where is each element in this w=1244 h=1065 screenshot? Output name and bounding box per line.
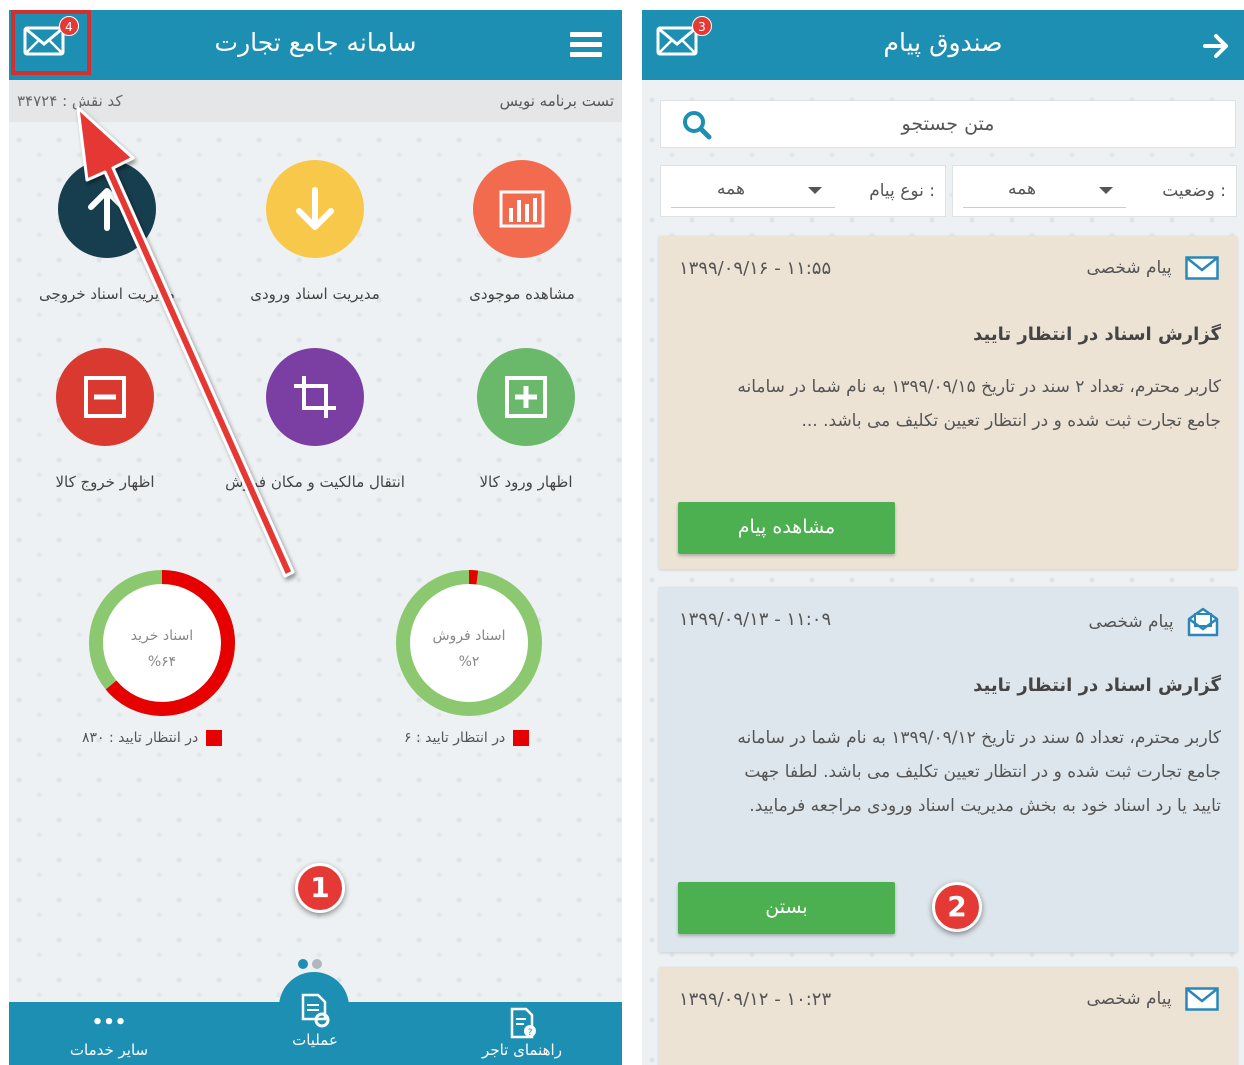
more-dots-icon: ••• xyxy=(91,1012,127,1033)
status-filter-label: وضعیت : xyxy=(1162,181,1226,201)
mail-badge: 3 xyxy=(692,16,712,36)
legend-swatch xyxy=(206,730,223,746)
legend-text: در انتظار تایید : ۸۳۰ xyxy=(82,730,199,746)
nav-other-services[interactable]: ••• سایر خدمات xyxy=(39,1012,179,1060)
message-subject: گزارش اسناد در انتظار تایید xyxy=(973,324,1221,345)
bottom-nav: ? راهنمای تاجر عملیات ••• سایر خدمات xyxy=(9,972,622,1065)
message-datetime: ۱۳۹۹/۰۹/۱۳ - ۱۱:۰۹ xyxy=(679,609,832,630)
status-filter-value[interactable]: همه xyxy=(1008,166,1036,212)
mail-button[interactable]: 3 xyxy=(656,16,712,56)
message-type-label: پیام شخصی xyxy=(1088,612,1174,632)
message-datetime: ۱۳۹۹/۰۹/۱۶ - ۱۱:۵۵ xyxy=(679,258,832,279)
nav-label: عملیات xyxy=(292,1031,338,1049)
nav-trader-guide[interactable]: ? راهنمای تاجر xyxy=(452,1007,592,1059)
left-screen: سامانه جامع تجارت 4 تست برنامه نویس کد ن… xyxy=(9,10,622,1065)
filter-underline xyxy=(963,207,1126,208)
page-dot-active[interactable] xyxy=(298,959,308,969)
message-card: ۱۳۹۹/۰۹/۱۶ - ۱۱:۵۵ پیام شخصی گزارش اسناد… xyxy=(659,236,1237,569)
search-box[interactable]: متن جستجو xyxy=(660,100,1236,148)
message-type: پیام شخصی xyxy=(1088,607,1219,637)
page-dot[interactable] xyxy=(312,959,322,969)
message-subject: گزارش اسناد در انتظار تایید xyxy=(973,675,1221,696)
envelope-icon xyxy=(1185,987,1219,1011)
inbox-header: صندوق پیام 3 xyxy=(642,10,1244,80)
back-arrow-icon[interactable] xyxy=(1202,32,1230,60)
donut-percent: %۲ xyxy=(458,654,480,670)
message-body: کاربر محترم، تعداد ۵ سند در تاریخ ۱۳۹۹/۰… xyxy=(737,728,1221,816)
step-marker-2: 2 xyxy=(932,882,982,932)
purchase-legend: در انتظار تایید : ۸۳۰ xyxy=(82,730,223,746)
donut-title: اسناد فروش xyxy=(432,628,506,644)
donut-percent: %۶۴ xyxy=(147,654,177,670)
message-type-label: پیام شخصی xyxy=(1086,989,1172,1009)
search-input[interactable]: متن جستجو xyxy=(661,101,1235,147)
filter-underline xyxy=(671,207,835,208)
message-datetime: ۱۳۹۹/۰۹/۱۲ - ۱۰:۲۳ xyxy=(679,989,832,1010)
nav-label: راهنمای تاجر xyxy=(482,1041,562,1059)
message-type: پیام شخصی xyxy=(1086,987,1219,1011)
nav-label: سایر خدمات xyxy=(69,1041,149,1059)
legend-swatch xyxy=(513,730,530,746)
message-type-label: پیام شخصی xyxy=(1086,258,1172,278)
chevron-down-icon xyxy=(808,187,822,194)
page-indicator xyxy=(296,954,324,973)
type-filter-value[interactable]: همه xyxy=(717,166,745,212)
right-screen: صندوق پیام 3 متن جستجو وضعیت : همه نوع پ xyxy=(642,10,1244,1065)
message-card: ۱۳۹۹/۰۹/۱۲ - ۱۰:۲۳ پیام شخصی xyxy=(659,967,1237,1065)
inbox-title: صندوق پیام xyxy=(883,28,1003,57)
search-icon[interactable] xyxy=(681,109,713,141)
open-envelope-icon xyxy=(1187,607,1219,637)
message-body: کاربر محترم، تعداد ۲ سند در تاریخ ۱۳۹۹/۰… xyxy=(737,377,1221,431)
donut-title: اسناد خرید xyxy=(130,628,194,644)
document-help-icon: ? xyxy=(510,1007,536,1039)
view-message-button[interactable]: مشاهده پیام xyxy=(678,502,895,554)
nav-operations[interactable]: عملیات xyxy=(245,993,385,1049)
chevron-down-icon xyxy=(1099,187,1113,194)
step-marker-1: 1 xyxy=(295,863,345,913)
document-gear-icon xyxy=(301,993,330,1028)
annotation-arrow xyxy=(76,106,295,578)
status-filter[interactable]: وضعیت : همه xyxy=(952,165,1237,217)
svg-text:?: ? xyxy=(528,1028,533,1038)
message-type-filter[interactable]: نوع پیام : همه xyxy=(660,165,946,217)
type-filter-label: نوع پیام : xyxy=(869,181,935,201)
sales-legend: در انتظار تایید : ۶ xyxy=(404,730,530,746)
message-type: پیام شخصی xyxy=(1086,256,1219,280)
close-button[interactable]: بستن xyxy=(678,882,895,934)
envelope-icon xyxy=(1185,256,1219,280)
legend-text: در انتظار تایید : ۶ xyxy=(404,730,506,746)
